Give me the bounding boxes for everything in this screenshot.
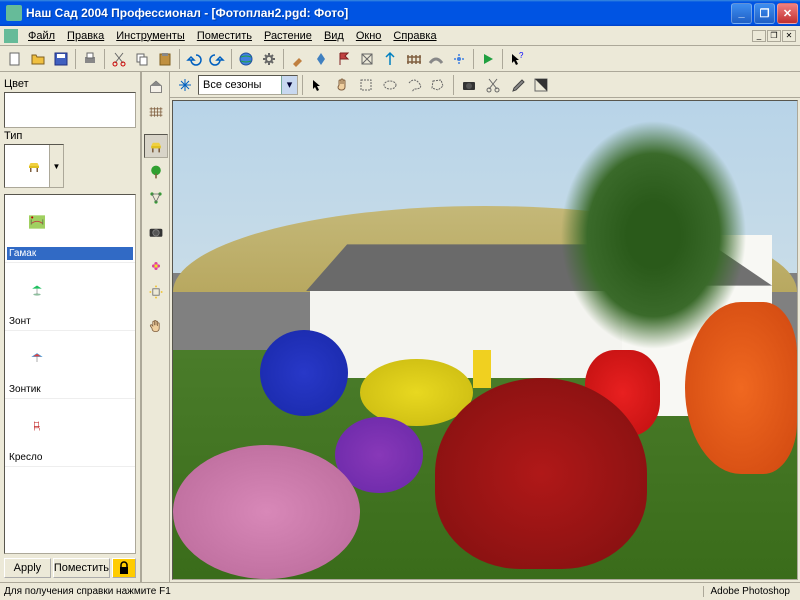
status-help-text: Для получения справки нажмите F1 xyxy=(4,586,171,597)
menu-place[interactable]: Поместить xyxy=(191,28,258,44)
pan-icon[interactable] xyxy=(331,74,353,96)
window-title: Наш Сад 2004 Профессионал - [Фотоплан2.p… xyxy=(26,6,731,20)
menu-plant[interactable]: Растение xyxy=(258,28,318,44)
flower-object xyxy=(685,302,797,474)
adjust-icon[interactable] xyxy=(530,74,552,96)
tool-icon-5[interactable] xyxy=(379,48,401,70)
color-label: Цвет xyxy=(4,78,136,90)
menu-view[interactable]: Вид xyxy=(318,28,350,44)
open-icon[interactable] xyxy=(27,48,49,70)
menu-tools[interactable]: Инструменты xyxy=(110,28,191,44)
plant-network-icon[interactable] xyxy=(144,186,168,210)
type-label: Тип xyxy=(4,130,136,142)
furniture-icon[interactable] xyxy=(144,134,168,158)
world-icon[interactable] xyxy=(235,48,257,70)
flower-object xyxy=(173,445,360,579)
window-controls: _ ❐ ✕ xyxy=(731,3,798,24)
status-app-text: Adobe Photoshop xyxy=(703,586,796,597)
mdi-minimize[interactable]: _ xyxy=(752,30,766,42)
light-icon[interactable] xyxy=(144,280,168,304)
scissors-icon[interactable] xyxy=(482,74,504,96)
design-canvas[interactable] xyxy=(172,100,798,580)
tool-icon-1[interactable] xyxy=(287,48,309,70)
fence-element-icon[interactable] xyxy=(144,100,168,124)
list-item[interactable]: Кресло xyxy=(5,399,135,467)
menu-edit[interactable]: Правка xyxy=(61,28,110,44)
marquee-icon[interactable] xyxy=(355,74,377,96)
chair-object xyxy=(473,350,492,388)
flower-object xyxy=(260,330,347,416)
list-item-label: Зонтик xyxy=(7,383,133,396)
tree-icon[interactable] xyxy=(144,160,168,184)
flower-icon[interactable] xyxy=(144,254,168,278)
menu-file[interactable]: Файл xyxy=(22,28,61,44)
season-dropdown[interactable]: Все сезоны ▾ xyxy=(198,75,298,95)
fence-icon[interactable] xyxy=(402,48,424,70)
object-list[interactable]: Гамак Зонт Зонтик Кресло xyxy=(4,194,136,554)
tool-icon-2[interactable] xyxy=(310,48,332,70)
paste-icon[interactable] xyxy=(154,48,176,70)
title-bar: Наш Сад 2004 Профессионал - [Фотоплан2.p… xyxy=(0,0,800,26)
status-bar: Для получения справки нажмите F1 Adobe P… xyxy=(0,582,800,600)
menu-help[interactable]: Справка xyxy=(387,28,442,44)
close-button[interactable]: ✕ xyxy=(777,3,798,24)
menu-bar: Файл Правка Инструменты Поместить Растен… xyxy=(0,26,800,46)
bush-object xyxy=(435,378,647,569)
place-button[interactable]: Поместить xyxy=(53,558,110,578)
maximize-button[interactable]: ❐ xyxy=(754,3,775,24)
camera-tool-icon[interactable] xyxy=(458,74,480,96)
chevron-down-icon[interactable]: ▾ xyxy=(281,76,297,94)
type-selector[interactable]: ▼ xyxy=(4,144,64,188)
copy-icon[interactable] xyxy=(131,48,153,70)
house-icon[interactable] xyxy=(144,74,168,98)
mdi-controls: _ ❐ ✕ xyxy=(752,30,796,42)
garden-scene xyxy=(173,101,797,579)
tool-icon-4[interactable] xyxy=(356,48,378,70)
chevron-down-icon[interactable]: ▼ xyxy=(49,145,63,187)
cut-icon[interactable] xyxy=(108,48,130,70)
mdi-close[interactable]: ✕ xyxy=(782,30,796,42)
menu-window[interactable]: Окно xyxy=(350,28,388,44)
new-icon[interactable] xyxy=(4,48,26,70)
lasso-icon[interactable] xyxy=(403,74,425,96)
poly-lasso-icon[interactable] xyxy=(427,74,449,96)
main-area: Все сезоны ▾ xyxy=(170,72,800,582)
minimize-button[interactable]: _ xyxy=(731,3,752,24)
print-icon[interactable] xyxy=(79,48,101,70)
color-picker[interactable] xyxy=(4,92,136,128)
mdi-restore[interactable]: ❐ xyxy=(767,30,781,42)
list-item-label: Кресло xyxy=(7,451,133,464)
list-item[interactable]: Зонт xyxy=(5,263,135,331)
app-icon xyxy=(6,5,22,21)
list-item-label: Гамак xyxy=(7,247,133,260)
eyedropper-icon[interactable] xyxy=(506,74,528,96)
main-toolbar: ? xyxy=(0,46,800,72)
vertical-toolbar xyxy=(142,72,170,582)
expand-icon[interactable] xyxy=(174,74,196,96)
undo-icon[interactable] xyxy=(183,48,205,70)
camera-icon[interactable] xyxy=(144,220,168,244)
list-item-label: Зонт xyxy=(7,315,133,328)
select-icon[interactable] xyxy=(307,74,329,96)
hand-tool-icon[interactable] xyxy=(144,314,168,338)
ellipse-select-icon[interactable] xyxy=(379,74,401,96)
pointer-help-icon[interactable]: ? xyxy=(506,48,528,70)
sprinkler-icon[interactable] xyxy=(448,48,470,70)
save-icon[interactable] xyxy=(50,48,72,70)
object-panel: Цвет Тип ▼ Гамак Зонт Зонтик Кресло xyxy=(0,72,142,582)
run-icon[interactable] xyxy=(477,48,499,70)
lock-button[interactable] xyxy=(112,558,136,578)
path-icon[interactable] xyxy=(425,48,447,70)
tool-icon-3[interactable] xyxy=(333,48,355,70)
canvas-toolbar: Все сезоны ▾ xyxy=(170,72,800,98)
document-icon[interactable] xyxy=(4,29,18,43)
svg-text:?: ? xyxy=(519,51,524,60)
season-value: Все сезоны xyxy=(203,79,261,91)
list-item[interactable]: Зонтик xyxy=(5,331,135,399)
apply-button[interactable]: Apply xyxy=(4,558,51,578)
redo-icon[interactable] xyxy=(206,48,228,70)
list-item[interactable]: Гамак xyxy=(5,195,135,263)
gear-icon[interactable] xyxy=(258,48,280,70)
